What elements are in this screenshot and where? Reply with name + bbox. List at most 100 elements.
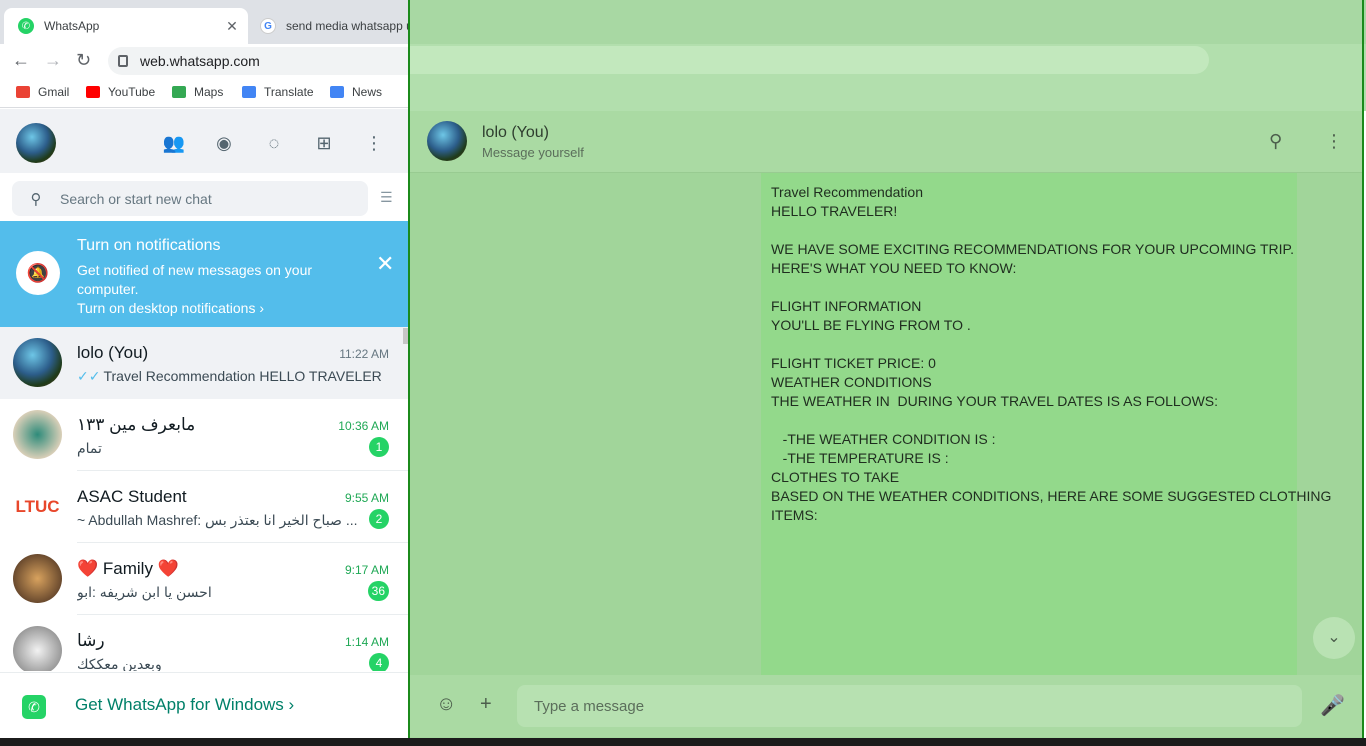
contact-name: lolo (You) <box>482 124 550 141</box>
bookmark-gmail[interactable]: Gmail <box>16 85 69 99</box>
close-icon[interactable]: ✕ <box>376 251 394 277</box>
back-button[interactable]: ← <box>12 50 30 71</box>
avatar[interactable] <box>427 121 467 161</box>
conversation-header[interactable]: lolo (You) Message yourself ⚲ ⋮ <box>410 111 1362 173</box>
chat-time: 9:17 AM <box>344 563 389 577</box>
chat-name: رشا <box>77 631 105 650</box>
bookmark-label: Maps <box>194 85 224 99</box>
chat-time: 9:55 AM <box>344 491 389 505</box>
chat-list: lolo (You) 11:22 AM ✓✓ Travel Recommendat… <box>0 327 408 671</box>
maps-icon <box>172 86 186 98</box>
google-icon: G <box>260 18 276 34</box>
bookmark-translate[interactable]: Translate <box>242 85 314 99</box>
unread-badge: 2 <box>369 509 389 529</box>
close-tab-icon[interactable]: ✕ <box>222 18 242 35</box>
ltuc-logo: LTUC <box>13 482 62 531</box>
url-text: web.whatsapp.com <box>140 53 260 69</box>
conversation-pane: lolo (You) Message yourself ⚲ ⋮ Travel R… <box>410 111 1362 746</box>
bookmark-youtube[interactable]: YouTube <box>86 85 155 99</box>
filter-icon[interactable]: ☰ <box>380 189 393 206</box>
message-input[interactable] <box>517 685 1302 727</box>
double-check-icon: ✓✓ <box>77 368 101 384</box>
unread-badge: 1 <box>369 437 389 457</box>
message-text: Travel Recommendation HELLO TRAVELER! WE… <box>771 184 1332 683</box>
list-item[interactable]: مابعرف مين ١٣٣ 10:36 AM تمام 1 <box>0 399 408 471</box>
tab-title: WhatsApp <box>44 19 100 33</box>
chat-time: 1:14 AM <box>344 635 389 649</box>
microphone-icon[interactable]: 🎤 <box>1320 693 1345 718</box>
list-item[interactable]: lolo (You) 11:22 AM ✓✓ Travel Recommendat… <box>0 327 408 399</box>
reload-button[interactable]: ↻ <box>76 50 91 71</box>
chat-name: ❤️ Family ❤️ <box>77 559 179 578</box>
whatsapp-icon: ✆ <box>18 18 34 34</box>
composer: ☺ + 🎤 <box>410 675 1362 737</box>
message-bubble[interactable]: Travel Recommendation HELLO TRAVELER! WE… <box>761 173 1332 683</box>
search-icon[interactable]: ⚲ <box>1269 131 1282 152</box>
chat-sidebar: 👥 ◉ ◌ ⊞ ⋮ ⚲ ☰ 🔕 Turn on notifications Ge… <box>0 109 408 746</box>
lock-icon <box>118 55 128 67</box>
avatar <box>13 626 62 671</box>
emoji-icon[interactable]: ☺ <box>436 693 456 716</box>
youtube-icon <box>86 86 100 98</box>
chat-preview: وبعدين معككك <box>77 656 162 671</box>
enable-notifications-link[interactable]: Turn on desktop notifications › <box>77 300 264 316</box>
bookmark-label: Translate <box>264 85 314 99</box>
chat-preview: ~ Abdullah Mashref: صباح الخير انا بعتذر… <box>77 512 358 528</box>
bell-off-icon: 🔕 <box>16 251 60 295</box>
contact-subtitle: Message yourself <box>482 145 584 160</box>
search-box: ⚲ <box>12 181 368 216</box>
bookmark-label: YouTube <box>108 85 156 99</box>
chat-time: 11:22 AM <box>339 347 389 361</box>
notification-title: Turn on notifications <box>77 237 221 254</box>
menu-icon[interactable]: ⋮ <box>362 131 386 155</box>
forward-button[interactable]: → <box>44 50 62 71</box>
search-icon[interactable]: ⚲ <box>12 190 60 208</box>
my-avatar[interactable] <box>16 123 56 163</box>
communities-icon[interactable]: 👥 <box>162 131 186 155</box>
chat-time: 10:36 AM <box>338 419 389 433</box>
news-icon <box>330 86 344 98</box>
chat-preview-text: Travel Recommendation HELLO TRAVELER! ..… <box>103 368 382 384</box>
avatar <box>13 410 62 459</box>
message-area[interactable]: Travel Recommendation HELLO TRAVELER! WE… <box>410 173 1362 683</box>
attach-icon[interactable]: + <box>480 693 492 716</box>
unread-badge: 36 <box>367 581 389 601</box>
status-icon[interactable]: ◉ <box>212 131 236 155</box>
get-app-label: Get WhatsApp for Windows <box>75 695 284 714</box>
bookmark-maps[interactable]: Maps <box>172 85 223 99</box>
overlay-border-left <box>408 0 410 746</box>
search-row: ⚲ ☰ <box>0 173 408 221</box>
list-item[interactable]: رشا 1:14 AM وبعدين معككك 4 <box>0 615 408 671</box>
channels-icon[interactable]: ◌ <box>262 131 286 155</box>
sidebar-header: 👥 ◉ ◌ ⊞ ⋮ <box>0 109 408 173</box>
menu-icon[interactable]: ⋮ <box>1325 131 1343 152</box>
overlay-address-area <box>409 46 1209 74</box>
chat-name: مابعرف مين ١٣٣ <box>77 415 196 434</box>
new-chat-icon[interactable]: ⊞ <box>312 131 336 155</box>
list-item[interactable]: LTUC ASAC Student 9:55 AM ~ Abdullah Mas… <box>0 471 408 543</box>
bookmark-label: News <box>352 85 383 99</box>
tab-whatsapp[interactable]: ✆ WhatsApp ✕ <box>4 8 248 44</box>
chat-preview: تمام <box>77 440 102 456</box>
chat-preview: ✓✓ Travel Recommendation HELLO TRAVELER! … <box>77 368 382 385</box>
notification-body: Get notified of new messages on your com… <box>77 262 313 297</box>
bookmark-label: Gmail <box>38 85 70 99</box>
translate-icon <box>242 86 256 98</box>
overlay-tab-area <box>409 0 1366 44</box>
chat-preview: احسن يا ابن شريفه :ابو <box>77 584 212 600</box>
gmail-icon <box>16 86 30 98</box>
bookmark-news[interactable]: News <box>330 85 382 99</box>
whatsapp-icon: ✆ <box>22 695 46 719</box>
chevron-down-icon[interactable]: ⌄ <box>1313 617 1355 659</box>
overlay-border-right <box>1362 0 1364 746</box>
list-item[interactable]: ❤️ Family ❤️ 9:17 AM احسن يا ابن شريفه :… <box>0 543 408 615</box>
taskbar <box>0 738 1366 746</box>
green-overlay <box>409 0 1366 111</box>
chat-name: lolo (You) <box>77 343 149 362</box>
get-app-link[interactable]: Get WhatsApp for Windows › <box>75 695 294 715</box>
search-input[interactable] <box>60 190 340 207</box>
notification-banner: 🔕 Turn on notifications Get notified of … <box>0 221 408 327</box>
chat-name: ASAC Student <box>77 487 187 506</box>
get-app-banner[interactable]: ✆ Get WhatsApp for Windows › <box>0 672 408 740</box>
avatar <box>13 338 62 387</box>
